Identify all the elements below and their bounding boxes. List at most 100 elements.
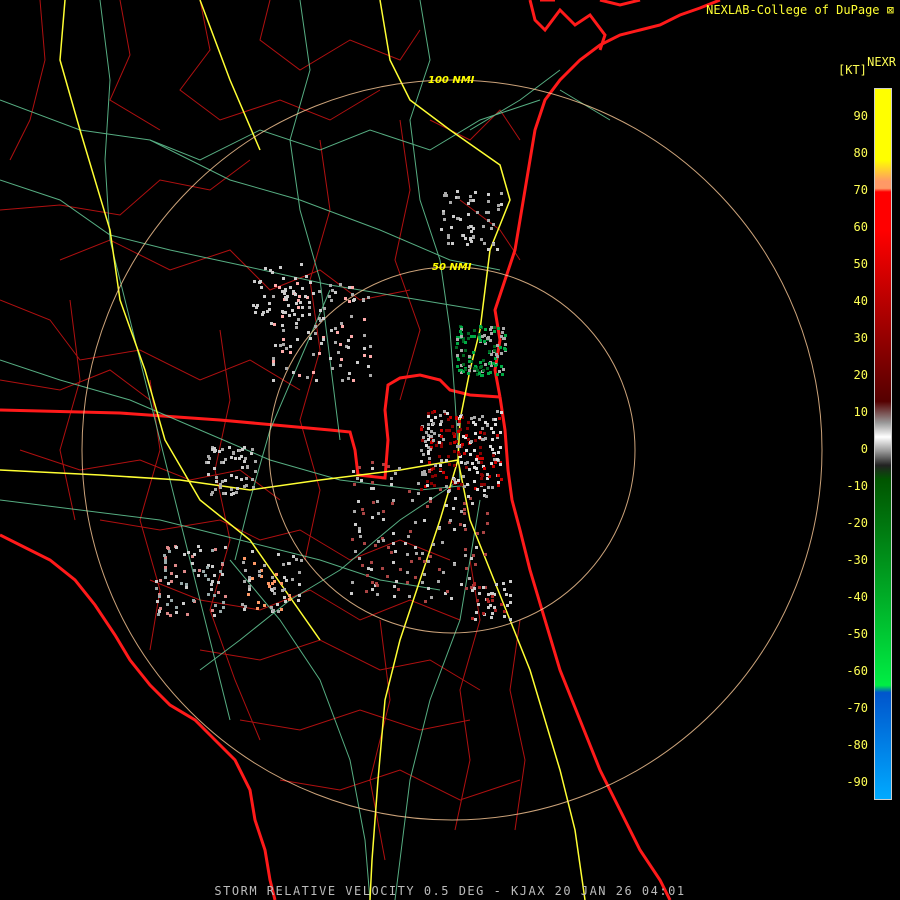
echo-pixel (487, 606, 490, 609)
echo-pixel (470, 417, 473, 420)
echo-pixel (460, 461, 463, 464)
echo-pixel (491, 612, 494, 615)
echo-pixel (230, 488, 233, 491)
echo-pixel (387, 546, 390, 549)
echo-pixel (285, 579, 288, 582)
echo-pixel (432, 422, 435, 425)
echo-pixel (448, 429, 451, 432)
echo-pixel (267, 582, 270, 585)
echo-pixel (369, 345, 372, 348)
echo-pixel (295, 326, 298, 329)
echo-pixel (315, 379, 318, 382)
echo-pixel (428, 470, 431, 473)
echo-pixel (467, 421, 470, 424)
echo-pixel (350, 592, 353, 595)
echo-pixel (467, 332, 470, 335)
echo-pixel (430, 419, 433, 422)
echo-pixel (242, 561, 245, 564)
echo-pixel (235, 476, 238, 479)
echo-pixel (157, 613, 160, 616)
echo-pixel (270, 322, 273, 325)
echo-pixel (417, 482, 420, 485)
echo-pixel (259, 280, 262, 283)
echo-pixel (440, 228, 443, 231)
echo-pixel (197, 574, 200, 577)
echo-pixel (432, 439, 435, 442)
echo-pixel (509, 580, 512, 583)
echo-pixel (453, 435, 456, 438)
echo-pixel (211, 565, 214, 568)
echo-pixel (394, 550, 397, 553)
echo-pixel (312, 292, 315, 295)
echo-pixel (166, 603, 169, 606)
echo-pixel (397, 588, 400, 591)
echo-pixel (435, 444, 438, 447)
echo-pixel (484, 363, 487, 366)
echo-pixel (202, 570, 205, 573)
echo-pixel (221, 573, 224, 576)
echo-pixel (222, 606, 225, 609)
echo-pixel (468, 360, 471, 363)
echo-pixel (500, 478, 503, 481)
echo-pixel (243, 557, 246, 560)
echo-pixel (244, 569, 247, 572)
echo-pixel (487, 193, 490, 196)
echo-pixel (300, 263, 303, 266)
echo-pixel (339, 364, 342, 367)
echo-pixel (287, 304, 290, 307)
echo-pixel (438, 455, 441, 458)
echo-pixel (243, 460, 246, 463)
echo-pixel (438, 568, 441, 571)
echo-pixel (449, 201, 452, 204)
echo-pixel (493, 330, 496, 333)
echo-pixel (496, 344, 499, 347)
echo-pixel (217, 581, 220, 584)
echo-pixel (207, 455, 210, 458)
echo-pixel (440, 435, 443, 438)
echo-pixel (404, 542, 407, 545)
echo-pixel (480, 483, 483, 486)
echo-pixel (503, 615, 506, 618)
echo-pixel (253, 280, 256, 283)
echo-pixel (282, 329, 285, 332)
echo-pixel (431, 475, 434, 478)
echo-pixel (445, 476, 448, 479)
echo-pixel (427, 412, 430, 415)
echo-pixel (497, 327, 500, 330)
scale-tick-label: 50 (853, 257, 868, 271)
echo-pixel (356, 477, 359, 480)
echo-pixel (256, 607, 259, 610)
echo-pixel (423, 573, 426, 576)
echo-pixel (439, 464, 442, 467)
echo-pixel (224, 458, 227, 461)
echo-pixel (330, 329, 333, 332)
echo-pixel (423, 519, 426, 522)
echo-pixel (183, 570, 186, 573)
echo-pixel (484, 421, 487, 424)
echo-pixel (504, 334, 507, 337)
echo-pixel (339, 283, 342, 286)
echo-pixel (318, 290, 321, 293)
echo-pixel (483, 340, 486, 343)
echo-pixel (427, 423, 430, 426)
echo-pixel (456, 354, 459, 357)
echo-pixel (462, 354, 465, 357)
echo-pixel (470, 335, 473, 338)
echo-pixel (170, 580, 173, 583)
echo-pixel (487, 486, 490, 489)
echo-pixel (421, 439, 424, 442)
echo-pixel (232, 452, 235, 455)
echo-pixel (473, 583, 476, 586)
echo-pixel (479, 366, 482, 369)
echo-pixel (498, 370, 501, 373)
echo-pixel (375, 582, 378, 585)
echo-pixel (292, 371, 295, 374)
echo-pixel (509, 601, 512, 604)
echo-pixel (228, 446, 231, 449)
echo-pixel (429, 555, 432, 558)
echo-pixel (382, 539, 385, 542)
echo-pixel (341, 325, 344, 328)
echo-pixel (371, 467, 374, 470)
echo-pixel (478, 372, 481, 375)
echo-pixel (422, 436, 425, 439)
